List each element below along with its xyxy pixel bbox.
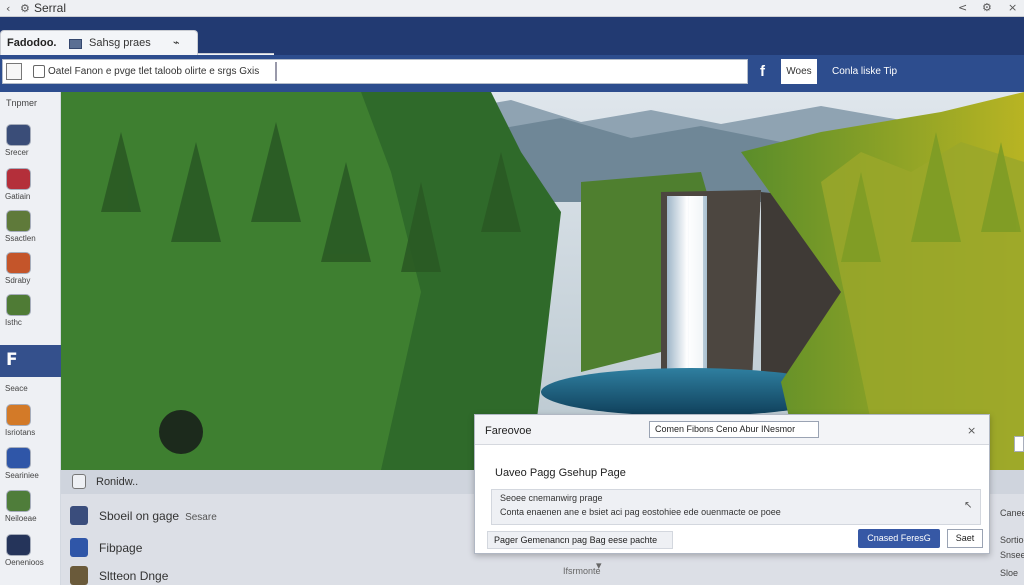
list-item-title: Fibpage: [99, 541, 142, 555]
sidebar-item[interactable]: F: [0, 345, 61, 377]
app-icon: [6, 210, 31, 232]
sidebar-item[interactable]: Gatiain: [0, 158, 61, 201]
list-item[interactable]: Sltteon Dnge: [61, 560, 481, 585]
share-dialog: Fareovoe Comen Fibons Ceno Abur INesmor …: [474, 414, 990, 554]
sidebar-item[interactable]: Srecer: [0, 114, 61, 157]
facebook-icon[interactable]: f: [760, 63, 765, 80]
app-icon: [6, 447, 31, 469]
sidebar-item[interactable]: Isriotans: [0, 394, 61, 437]
sidebar-item-label: Neiloeae: [5, 514, 37, 523]
app-icon: [6, 404, 31, 426]
dialog-text-line-1: Seoee cnemanwirg prage: [500, 493, 603, 503]
rail-label: Snseenh: [1000, 550, 1024, 560]
dialog-title: Fareovoe: [485, 425, 532, 437]
list-item-title: Sboeil on gage Sesare: [99, 509, 217, 523]
item-icon: [70, 538, 88, 557]
sidebar-item[interactable]: Sdraby: [0, 242, 61, 285]
page-icon: [33, 65, 45, 78]
tab-audio-icon[interactable]: ⌁: [173, 36, 180, 49]
sidebar-heading: Tnpmer: [6, 98, 38, 108]
app-icon: ⚙: [20, 2, 30, 15]
toolbar-link[interactable]: Conla liske Tip: [832, 66, 897, 77]
secondary-button[interactable]: Saet: [947, 529, 983, 548]
tab-strip: Fadodoo. Sahsg praes ⌁: [0, 17, 1024, 72]
panel-icon: [72, 474, 86, 489]
list-item-subtitle: Sesare: [185, 512, 217, 523]
favicon-icon: [69, 39, 82, 49]
toolbar: Oatel Fanon e pvge tlet taloob olirte e …: [0, 55, 1024, 92]
list-item-title: Sltteon Dnge: [99, 569, 168, 583]
sidebar-item-label: Isthc: [5, 318, 22, 327]
sidebar-item[interactable]: Seariniee: [0, 437, 61, 480]
gear-icon[interactable]: ⚙: [982, 1, 992, 14]
app-icon: [6, 124, 31, 146]
sidebar-item[interactable]: Ssactlen: [0, 200, 61, 243]
close-icon[interactable]: ×: [967, 424, 976, 437]
rail-label: Canee: [1000, 508, 1024, 518]
item-icon: [70, 506, 88, 525]
address-divider: [275, 62, 277, 81]
sidebar-item-label: Oenenioos: [5, 558, 44, 567]
dialog-textarea[interactable]: Seoee cnemanwirg prage Conta enaenen ane…: [491, 489, 981, 525]
dialog-tab-chip[interactable]: Comen Fibons Ceno Abur INesmor: [649, 421, 819, 438]
sidebar-item[interactable]: Oenenioos: [0, 524, 61, 567]
dialog-text-line-2: Conta enaenen ane e bsiet aci pag eostoh…: [500, 507, 781, 517]
app-icon: [6, 168, 31, 190]
tab-page-label: Sahsg praes: [89, 37, 151, 49]
item-icon: [70, 566, 88, 585]
rail-handle[interactable]: [1014, 436, 1024, 452]
rail-label: Sortioe: [1000, 535, 1024, 545]
cursor-icon: ↖: [964, 500, 973, 511]
address-bar[interactable]: Oatel Fanon e pvge tlet taloob olirte e …: [2, 59, 748, 84]
app-icon: [6, 534, 31, 556]
close-icon[interactable]: ×: [1008, 1, 1017, 14]
list-item-title-text: Sboeil on gage: [99, 509, 180, 523]
sidebar-item-label: Srecer: [5, 148, 29, 157]
dialog-subtitle: Uaveo Pagg Gsehup Page: [495, 467, 626, 479]
sidebar: Tnpmer Srecer Gatiain Ssactlen Sdraby Isthc F…: [0, 92, 61, 585]
facebook-icon: F: [6, 350, 18, 370]
list-item[interactable]: Fibpage: [61, 532, 481, 562]
sidebar-item-label: Seace: [5, 384, 28, 393]
sidebar-item[interactable]: Neiloeae: [0, 480, 61, 523]
list-item[interactable]: Sboeil on gage Sesare: [61, 500, 481, 530]
back-icon[interactable]: ‹: [6, 2, 10, 15]
dialog-header: Fareovoe Comen Fibons Ceno Abur INesmor …: [475, 415, 989, 445]
lower-footer-text: Ifsrmonte: [563, 566, 601, 576]
chevron-left-icon[interactable]: <: [958, 1, 967, 14]
list-item-title-text: Fibpage: [99, 541, 143, 555]
confirm-button[interactable]: Cnased FeresG: [858, 529, 940, 548]
window-titlebar: ‹ ⚙ Serral < ⚙ ×: [0, 0, 1024, 17]
sidebar-item-label: Seariniee: [5, 471, 39, 480]
sidebar-item-label: Isriotans: [5, 428, 36, 437]
app-icon: [6, 490, 31, 512]
window-title: Serral: [34, 1, 67, 15]
tab-title: Fadodoo.: [7, 37, 57, 49]
app-icon: [6, 294, 31, 316]
sidebar-toggle-icon[interactable]: [6, 63, 22, 80]
tab-active[interactable]: Fadodoo. Sahsg praes ⌁: [0, 30, 198, 55]
rail-label: Sloe: [1000, 568, 1019, 578]
app-icon: [6, 252, 31, 274]
lower-panel-title: Ronidw..: [96, 476, 139, 488]
toolbar-button[interactable]: Woes: [781, 59, 817, 84]
sidebar-item[interactable]: Isthc: [0, 284, 61, 327]
dialog-page-selector[interactable]: Pager Gemenancn pag Bag eese pachte: [487, 531, 673, 549]
list-item-title-text: Sltteon Dnge: [99, 569, 169, 583]
address-text[interactable]: Oatel Fanon e pvge tlet taloob olirte e …: [48, 66, 259, 77]
right-rail: Canee Sortioe Snseenh Sloe: [1000, 430, 1024, 585]
